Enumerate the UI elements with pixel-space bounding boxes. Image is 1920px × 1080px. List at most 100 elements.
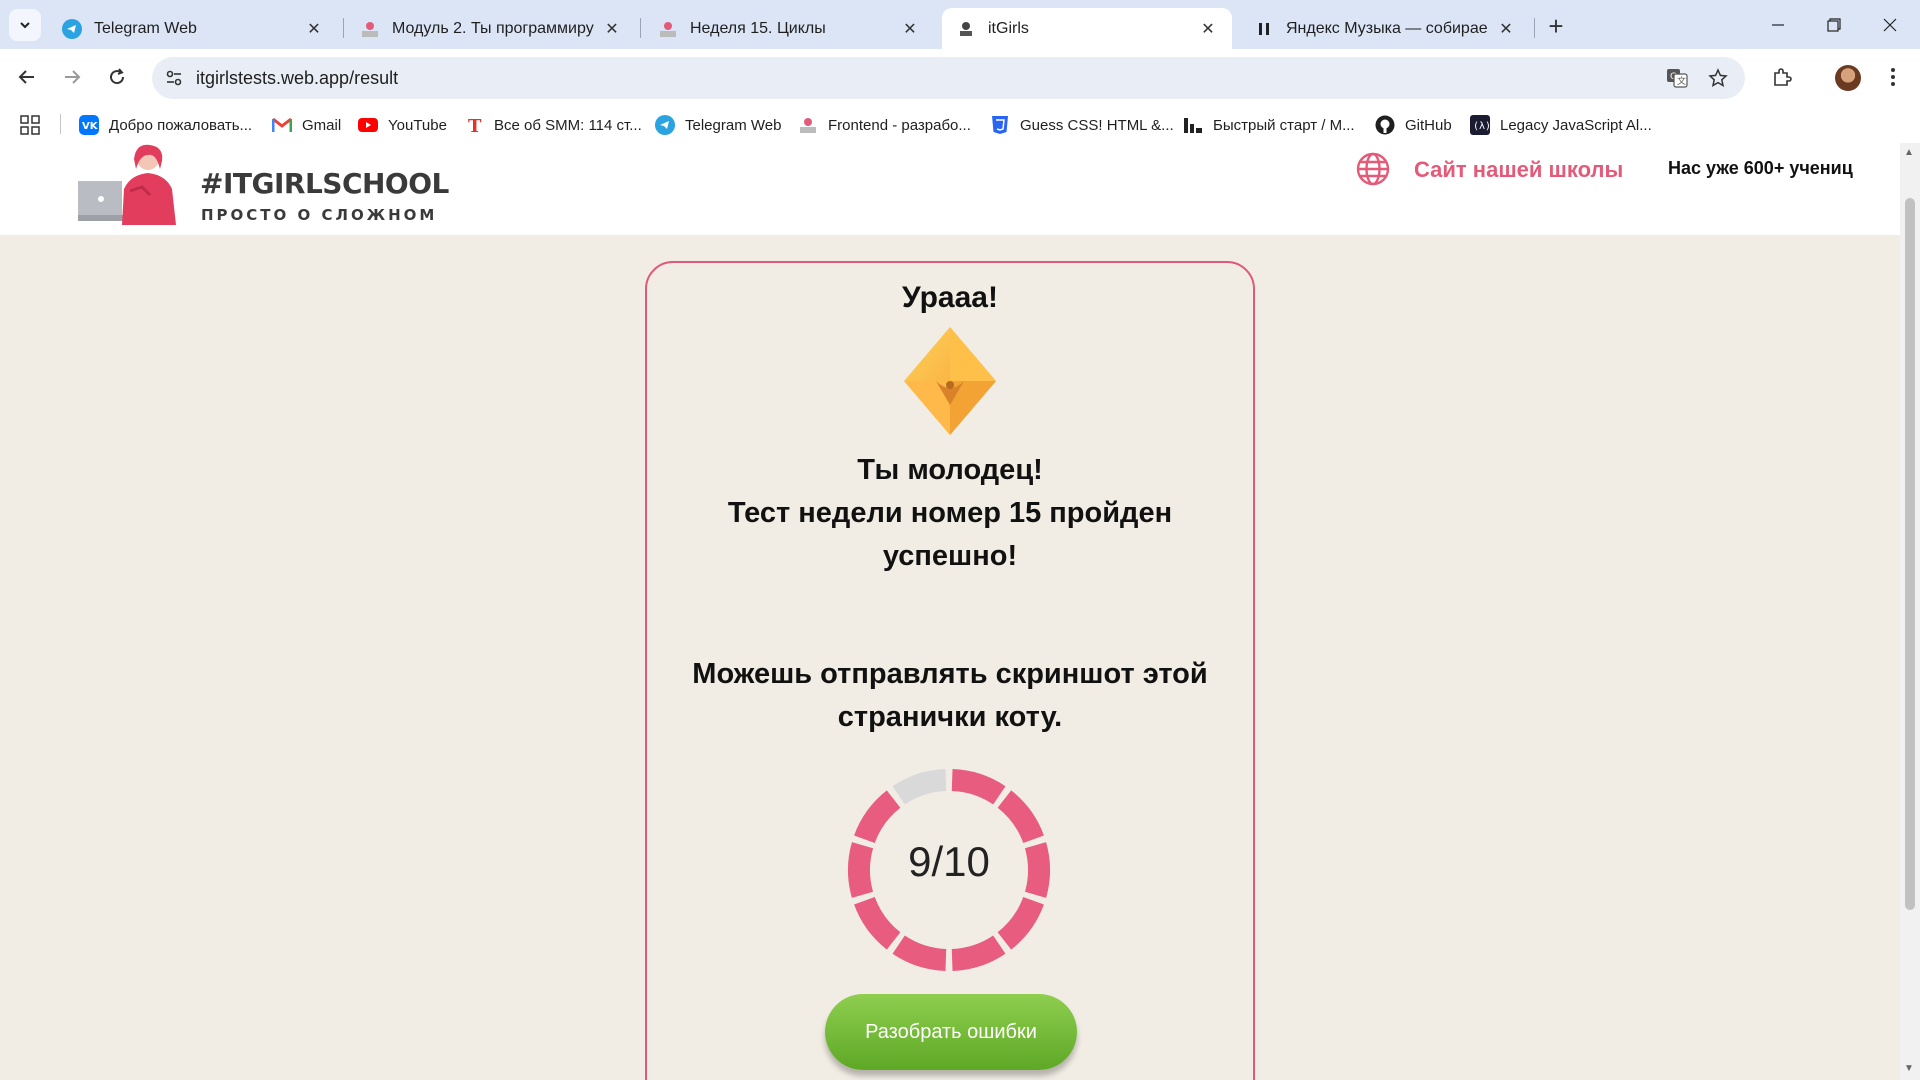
- bookmark-separator: [60, 114, 61, 134]
- pause-icon: [1254, 19, 1274, 39]
- extensions-button[interactable]: [1765, 60, 1799, 94]
- bookmark-label: Gmail: [302, 116, 342, 134]
- scroll-up-icon[interactable]: ▲: [1904, 147, 1914, 158]
- close-icon[interactable]: ✕: [900, 19, 920, 39]
- svg-text:文: 文: [1677, 75, 1686, 87]
- css-icon: [990, 115, 1010, 135]
- restore-icon: [1827, 17, 1841, 32]
- praise-line-3: успешно!: [882, 540, 1018, 572]
- hooray-heading: Урааа!: [902, 281, 998, 314]
- tab-title: Telegram Web: [94, 19, 197, 37]
- minimize-icon: [1772, 23, 1784, 26]
- tab-week15[interactable]: Неделя 15. Циклы ✕: [644, 8, 934, 49]
- bookmark-guess-css[interactable]: Guess CSS! HTML &...: [990, 114, 1174, 136]
- bookmark-youtube[interactable]: YouTube: [358, 114, 447, 136]
- tab-itgirls-active[interactable]: itGirls ✕: [942, 8, 1232, 49]
- address-bar[interactable]: itgirlstests.web.app/result G文: [152, 57, 1745, 99]
- browser-toolbar: itgirlstests.web.app/result G文: [0, 49, 1920, 106]
- review-errors-button[interactable]: Разобрать ошибки: [825, 994, 1077, 1070]
- more-vert-icon: [1891, 68, 1895, 86]
- reload-button[interactable]: [100, 60, 134, 94]
- minimize-button[interactable]: [1750, 0, 1806, 49]
- ring-segment-missed: [892, 769, 947, 805]
- svg-text:T: T: [468, 116, 482, 135]
- tab-separator: [640, 18, 641, 38]
- bookmark-smm[interactable]: T Все об SMM: 114 ст...: [464, 114, 642, 136]
- arrow-right-icon: [65, 70, 81, 84]
- page-viewport: #ITGIRLSCHOOL ПРОСТО О СЛОЖНОМ Сайт наше…: [0, 143, 1900, 1080]
- tab-title: Яндекс Музыка — собираем музыку: [1286, 19, 1488, 37]
- tab-module2[interactable]: Модуль 2. Ты программируешь ✕: [346, 8, 636, 49]
- screenshot-hint: Можешь отправлять скриншот этой страничк…: [677, 653, 1223, 739]
- chevron-down-icon: [20, 22, 30, 29]
- close-icon[interactable]: ✕: [602, 19, 622, 39]
- telegram-icon: [62, 18, 82, 39]
- praise-text: Ты молодец! Тест недели номер 15 пройден…: [647, 449, 1253, 578]
- logo-title: #ITGIRLSCHOOL: [200, 167, 449, 200]
- close-icon[interactable]: ✕: [304, 19, 324, 39]
- tab-title: Неделя 15. Циклы: [690, 19, 826, 37]
- url-text: itgirlstests.web.app/result: [196, 68, 399, 88]
- chart-icon: [1183, 115, 1203, 135]
- site-settings-icon[interactable]: [162, 66, 186, 90]
- itgirls-icon: [360, 19, 380, 39]
- tab-yandex-music[interactable]: Яндекс Музыка — собираем музыку ✕: [1240, 8, 1530, 49]
- plus-icon: +: [1548, 10, 1564, 41]
- tab-title: itGirls: [988, 19, 1029, 37]
- ring-segment-correct: [997, 896, 1044, 950]
- menu-button[interactable]: [1876, 60, 1910, 94]
- praise-line-2: Тест недели номер 15 пройден: [727, 497, 1173, 529]
- fcc-icon: (λ): [1470, 115, 1490, 135]
- bookmark-frontend[interactable]: Frontend - разрабо...: [798, 114, 971, 136]
- ring-segment-correct: [854, 790, 901, 844]
- close-icon[interactable]: ✕: [1198, 19, 1218, 39]
- t-icon: T: [464, 115, 484, 135]
- ring-segment-correct: [951, 769, 1006, 805]
- bookmark-label: GitHub: [1405, 116, 1452, 134]
- bookmark-gmail[interactable]: Gmail: [272, 114, 341, 136]
- score-text: 9/10: [908, 838, 990, 885]
- close-window-button[interactable]: [1862, 0, 1918, 49]
- profile-avatar[interactable]: [1835, 65, 1861, 91]
- itgirls-icon: [956, 19, 976, 39]
- star-icon[interactable]: [1706, 66, 1730, 90]
- ring-segment-correct: [997, 790, 1044, 844]
- scroll-thumb[interactable]: [1905, 198, 1915, 910]
- bookmark-label: Frontend - разрабо...: [828, 116, 971, 134]
- praise-line-1: Ты молодец!: [857, 454, 1043, 486]
- tab-telegram[interactable]: Telegram Web ✕: [48, 8, 338, 49]
- ring-segment-correct: [892, 935, 947, 971]
- result-card: Урааа! Ты молодец! Тест недели номер 15 …: [645, 261, 1255, 1080]
- page-scrollbar[interactable]: ▲ ▼: [1900, 143, 1920, 1080]
- itgirls-icon: [658, 19, 678, 39]
- bookmark-label: Добро пожаловать...: [109, 116, 253, 134]
- apps-grid-icon[interactable]: [20, 115, 40, 135]
- screenshot-line-1: Можешь отправлять скриншот этой: [692, 658, 1208, 690]
- close-icon: [1883, 18, 1897, 31]
- bookmark-label: Legacy JavaScript Al...: [1500, 116, 1652, 134]
- bookmark-label: Все об SMM: 114 ст...: [494, 116, 642, 134]
- scroll-down-icon[interactable]: ▼: [1904, 1063, 1914, 1074]
- new-tab-button[interactable]: +: [1542, 10, 1570, 41]
- bookmark-vk[interactable]: VK Добро пожаловать...: [79, 114, 252, 136]
- itgirls-icon: [798, 115, 818, 135]
- tab-separator: [343, 18, 344, 38]
- ring-segment-correct: [951, 935, 1006, 971]
- close-icon[interactable]: ✕: [1496, 19, 1516, 39]
- back-button[interactable]: [10, 60, 44, 94]
- bookmark-fcc[interactable]: (λ) Legacy JavaScript Al...: [1470, 114, 1652, 136]
- logo-subtitle: ПРОСТО О СЛОЖНОМ: [201, 206, 438, 224]
- bookmark-telegram[interactable]: Telegram Web: [655, 114, 781, 136]
- ring-segment-correct: [854, 896, 901, 950]
- forward-button[interactable]: [55, 60, 89, 94]
- bookmark-github[interactable]: GitHub: [1375, 114, 1452, 136]
- bookmarks-bar: VK Добро пожаловать... Gmail YouTube T В…: [0, 106, 1920, 143]
- translate-icon[interactable]: G文: [1665, 66, 1689, 90]
- globe-icon[interactable]: [1356, 152, 1390, 186]
- restore-button[interactable]: [1806, 0, 1862, 49]
- bookmark-quickstart[interactable]: Быстрый старт / М...: [1183, 114, 1355, 136]
- bookmark-label: Быстрый старт / М...: [1213, 116, 1355, 134]
- school-site-link[interactable]: Сайт нашей школы: [1414, 157, 1623, 183]
- tab-search-button[interactable]: [9, 9, 41, 41]
- arrow-left-icon: [18, 70, 34, 84]
